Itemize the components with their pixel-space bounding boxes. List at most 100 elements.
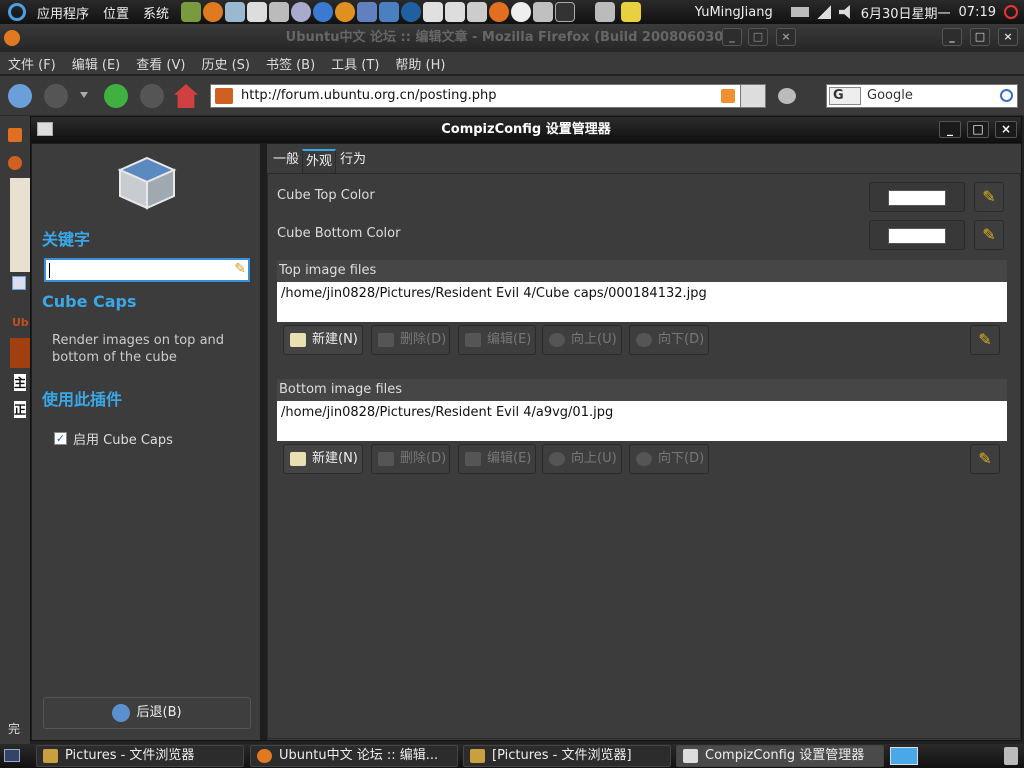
ccsm-maximize-button[interactable]: □ [967, 121, 989, 138]
checkbox-box[interactable]: ✓ [54, 432, 67, 445]
books-launcher-icon[interactable] [181, 2, 202, 22]
google-engine-icon[interactable]: G [829, 87, 861, 105]
top-up-button[interactable]: 向上(U) [542, 325, 622, 355]
font-launcher-icon[interactable] [511, 2, 532, 22]
addon-icon[interactable] [778, 88, 796, 104]
applications-menu[interactable]: 应用程序 [30, 3, 96, 22]
reload-icon[interactable] [104, 84, 128, 108]
firefox-launcher-icon[interactable] [203, 2, 224, 22]
bottom-image-files-list[interactable]: /home/jin0828/Pictures/Resident Evil 4/a… [277, 401, 1007, 441]
menu-history[interactable]: 历史 (S) [193, 54, 258, 73]
terminal2-launcher-icon[interactable] [555, 2, 576, 22]
settings-launcher-icon[interactable] [291, 2, 312, 22]
reset-bottom-color-broom-icon[interactable]: ✎ [974, 220, 1004, 250]
bottom-delete-button[interactable]: 删除(D) [371, 444, 450, 474]
list-item[interactable]: /home/jin0828/Pictures/Resident Evil 4/a… [281, 405, 1003, 420]
bottom-down-button[interactable]: 向下(D) [629, 444, 709, 474]
back-arrow-icon[interactable] [8, 84, 32, 108]
home-launcher-icon[interactable] [247, 2, 268, 22]
ccsm-minimize-button[interactable]: _ [939, 121, 961, 138]
tab-appearance[interactable]: 外观 [302, 149, 337, 174]
package-launcher-icon[interactable] [533, 2, 554, 22]
keyword-search-input[interactable]: ✎ [44, 258, 250, 282]
places-menu[interactable]: 位置 [96, 3, 136, 22]
disk-icon[interactable] [595, 2, 616, 22]
search-bar[interactable]: G Google [826, 84, 1018, 108]
top-down-button[interactable]: 向下(D) [629, 325, 709, 355]
list-item[interactable]: /home/jin0828/Pictures/Resident Evil 4/C… [281, 286, 1003, 301]
url-dropdown-icon[interactable] [740, 84, 766, 108]
task-file-browser-minimized[interactable]: [Pictures - 文件浏览器] [463, 745, 671, 767]
menu-bookmarks[interactable]: 书签 (B) [258, 54, 323, 73]
trash-icon[interactable] [1004, 747, 1018, 765]
close-button[interactable]: × [998, 28, 1018, 46]
ccsm-launcher-icon[interactable] [225, 2, 246, 22]
back-button[interactable]: 后退(B) [43, 697, 251, 729]
username-label[interactable]: YuMingJiang [695, 5, 773, 20]
reset-top-images-broom-icon[interactable]: ✎ [970, 325, 1000, 355]
menu-file[interactable]: 文件 (F) [0, 54, 64, 73]
ubuntu-logo-icon[interactable] [8, 3, 26, 21]
maximize-button[interactable]: □ [970, 28, 990, 46]
forward-arrow-icon[interactable] [44, 84, 68, 108]
cube-bottom-color-button[interactable] [869, 220, 965, 250]
bottom-new-button[interactable]: 新建(N) [283, 444, 363, 474]
tab-behavior[interactable]: 行为 [337, 149, 369, 173]
task-ccsm[interactable]: CompizConfig 设置管理器 [676, 745, 884, 767]
bottom-up-button[interactable]: 向上(U) [542, 444, 622, 474]
chat-launcher-icon[interactable] [445, 2, 466, 22]
enable-plugin-checkbox[interactable]: ✓ 启用 Cube Caps [54, 429, 173, 448]
cube-top-color-button[interactable] [869, 182, 965, 212]
menu-view[interactable]: 查看 (V) [128, 54, 193, 73]
ccsm-close-button[interactable]: × [995, 121, 1017, 138]
home-icon[interactable] [174, 84, 198, 108]
clear-broom-icon[interactable]: ✎ [234, 261, 246, 277]
globe-launcher-icon[interactable] [401, 2, 422, 22]
minimize-button[interactable]: _ [942, 28, 962, 46]
top-new-button[interactable]: 新建(N) [283, 325, 363, 355]
media-launcher-icon[interactable] [489, 2, 510, 22]
task-label: CompizConfig 设置管理器 [705, 748, 865, 763]
tab-general[interactable]: 一般 [270, 149, 302, 173]
ccsm-titlebar[interactable]: CompizConfig 设置管理器 _ □ × [31, 117, 1021, 143]
top-edit-button[interactable]: 编辑(E) [458, 325, 536, 355]
url-bar[interactable]: http://forum.ubuntu.org.cn/posting.php ☆ [210, 84, 766, 108]
top-image-files-list[interactable]: /home/jin0828/Pictures/Resident Evil 4/C… [277, 282, 1007, 322]
enable-plugin-label: 启用 Cube Caps [73, 433, 173, 448]
volume-icon[interactable] [838, 5, 850, 19]
menu-edit[interactable]: 编辑 (E) [64, 54, 129, 73]
show-desktop-icon[interactable] [4, 749, 20, 762]
top-delete-button[interactable]: 删除(D) [371, 325, 450, 355]
ccsm-window-icon[interactable] [37, 122, 53, 136]
menu-tools[interactable]: 工具 (T) [323, 54, 387, 73]
search-magnifier-icon[interactable] [1000, 89, 1013, 102]
menu-help[interactable]: 帮助 (H) [387, 54, 453, 73]
task-label: Ubuntu中文 论坛 :: 编辑... [279, 748, 439, 763]
plugin-settings: 一般 外观 行为 Cube Top Color ✎ Cube Bottom Co… [267, 144, 1021, 740]
power-icon[interactable] [1004, 5, 1018, 19]
clock-label[interactable]: 07:19 [959, 5, 996, 20]
reset-top-color-broom-icon[interactable]: ✎ [974, 182, 1004, 212]
bottom-edit-button[interactable]: 编辑(E) [458, 444, 536, 474]
search-page-icon [12, 276, 26, 290]
task-firefox[interactable]: Ubuntu中文 论坛 :: 编辑... [250, 745, 458, 767]
email-launcher-icon[interactable] [357, 2, 378, 22]
network-launcher-icon[interactable] [379, 2, 400, 22]
rss-icon[interactable] [721, 89, 735, 103]
audio-launcher-icon[interactable] [335, 2, 356, 22]
system-menu[interactable]: 系统 [136, 3, 176, 22]
reset-bottom-images-broom-icon[interactable]: ✎ [970, 444, 1000, 474]
workspace-switcher[interactable] [890, 747, 918, 765]
messenger-launcher-icon[interactable] [423, 2, 444, 22]
terminal-launcher-icon[interactable] [269, 2, 290, 22]
note-icon[interactable] [621, 2, 642, 22]
help-launcher-icon[interactable] [313, 2, 334, 22]
stop-icon[interactable] [140, 84, 164, 108]
task-file-browser[interactable]: Pictures - 文件浏览器 [36, 745, 244, 767]
history-dropdown-icon[interactable] [80, 92, 88, 98]
document-launcher-icon[interactable] [467, 2, 488, 22]
signal-icon[interactable] [816, 5, 831, 19]
keyboard-icon[interactable] [790, 7, 809, 17]
date-label[interactable]: 6月30日星期一 [861, 3, 951, 22]
firefox-icon[interactable] [4, 30, 20, 46]
